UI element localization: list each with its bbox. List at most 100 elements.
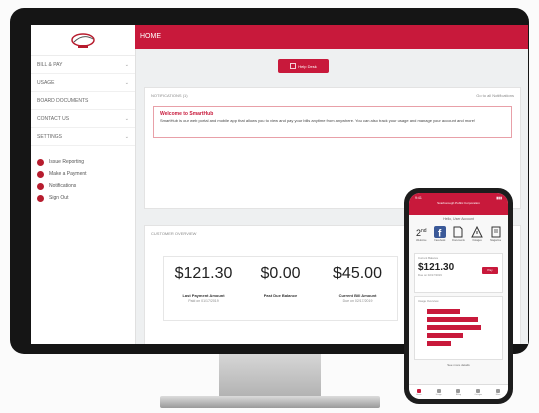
- chevron-down-icon: ⌄: [124, 79, 129, 86]
- stat-current-bill: $45.00 Current Bill Amount Due on 02/17/…: [321, 265, 394, 303]
- notification-card[interactable]: Welcome to SmartHub SmartHub is our web …: [153, 106, 512, 138]
- bell-icon: [37, 182, 44, 190]
- action-label: Sign Out: [49, 195, 69, 201]
- phone-quick-links: 2nd Welcome f Facebook Documents Outages…: [409, 224, 508, 250]
- alert-icon: [37, 158, 44, 166]
- help-desk-button[interactable]: Help Desk: [278, 59, 329, 73]
- phone-balance-card: Current Balance $121.30 Due on 02/17/201…: [414, 253, 503, 293]
- stat-label: Past Due Balance: [263, 293, 298, 298]
- notification-text: SmartHub is our web portal and mobile ap…: [160, 118, 476, 123]
- outage-icon: [476, 388, 481, 393]
- action-label: Notifications: [49, 183, 77, 189]
- balance-label: Current Balance: [418, 256, 439, 260]
- payment-icon: [37, 170, 44, 178]
- sidebar-item-label: BILL & PAY: [37, 61, 63, 68]
- tab-usage[interactable]: Usage: [434, 388, 444, 396]
- stat-amount: $45.00: [333, 265, 382, 282]
- home-icon: [416, 388, 421, 393]
- tab-label: Usage: [435, 393, 442, 396]
- overview-stats: $121.30 Last Payment Amount Paid on 01/1…: [163, 256, 398, 321]
- tab-label: Home: [416, 393, 422, 396]
- sidebar-item-label: BOARD DOCUMENTS: [37, 97, 89, 104]
- sidebar-item-label: CONTACT US: [37, 115, 70, 122]
- action-make-payment[interactable]: Make a Payment: [37, 168, 135, 180]
- usage-bar: [427, 317, 478, 322]
- phone-status-bar: 9:41 ▮▮▮: [409, 193, 508, 201]
- monitor-stand-base: [160, 396, 380, 408]
- action-label: Make a Payment: [49, 171, 87, 177]
- tab-home[interactable]: Home: [414, 388, 424, 396]
- chevron-down-icon: ⌄: [124, 133, 129, 140]
- usage-label: Usage Overview: [418, 299, 439, 303]
- notifications-title: NOTIFICATIONS (1): [151, 92, 188, 98]
- phone-header-title: Scarborough Public Corporation: [437, 201, 480, 205]
- sidebar-item-label: SETTINGS: [37, 133, 63, 140]
- quick-link-label: Welcome: [416, 239, 427, 242]
- quick-link-documents[interactable]: Documents: [451, 226, 466, 242]
- tab-billing[interactable]: Billing: [453, 388, 463, 396]
- see-more-link[interactable]: See more details: [409, 363, 508, 367]
- all-notifications-link[interactable]: Go to all Notifications: [476, 93, 514, 98]
- stat-label: Current Bill Amount: [338, 293, 377, 298]
- usage-chart: [427, 309, 481, 346]
- quick-link-label: Outages: [472, 239, 482, 242]
- quick-link-outages[interactable]: Outages: [470, 226, 485, 242]
- tab-label: More: [495, 393, 501, 396]
- quick-actions: Issue Reporting Make a Payment Notificat…: [31, 156, 135, 204]
- tab-outages[interactable]: Outages: [473, 388, 483, 396]
- quick-link-label: Facebook: [434, 239, 446, 242]
- more-icon: [496, 388, 501, 393]
- phone-tab-bar: Home Usage Billing Outages More: [409, 384, 508, 399]
- chevron-down-icon: ⌄: [124, 61, 129, 68]
- usage-icon: [436, 388, 441, 393]
- tab-label: Billing: [455, 393, 462, 396]
- phone-header: 9:41 ▮▮▮ Scarborough Public Corporation: [409, 193, 508, 215]
- quick-link-magazine[interactable]: Magazine: [488, 226, 503, 242]
- stat-past-due: $0.00 Past Due Balance: [244, 265, 317, 299]
- pay-button[interactable]: Pay: [482, 267, 498, 274]
- quick-link-welcome[interactable]: 2nd Welcome: [414, 226, 429, 242]
- sidebar-item-board-documents[interactable]: BOARD DOCUMENTS: [31, 92, 135, 110]
- stat-last-payment: $121.30 Last Payment Amount Paid on 01/1…: [167, 265, 240, 303]
- action-sign-out[interactable]: Sign Out: [37, 192, 135, 204]
- sidebar: BILL & PAY ⌄ USAGE ⌄ BOARD DOCUMENTS CON…: [31, 25, 136, 344]
- page-title: HOME: [140, 33, 161, 40]
- action-notifications[interactable]: Notifications: [37, 180, 135, 192]
- overview-title: CUSTOMER OVERVIEW: [151, 230, 197, 236]
- sidebar-item-usage[interactable]: USAGE ⌄: [31, 74, 135, 92]
- chevron-down-icon: ⌄: [124, 115, 129, 122]
- sidebar-item-label: USAGE: [37, 79, 55, 86]
- usage-bar: [427, 309, 460, 314]
- phone-time: 9:41: [415, 196, 422, 200]
- magazine-icon: [490, 226, 502, 238]
- quick-link-label: Magazine: [490, 239, 502, 242]
- warning-icon: [471, 226, 483, 238]
- stat-amount: $121.30: [174, 265, 233, 282]
- logo[interactable]: [31, 25, 135, 56]
- phone-usage-card: Usage Overview: [414, 296, 503, 360]
- power-icon: [37, 194, 44, 202]
- stat-label: Last Payment Amount: [182, 293, 225, 298]
- usage-bar: [427, 333, 463, 338]
- sidebar-item-bill-pay[interactable]: BILL & PAY ⌄: [31, 56, 135, 74]
- tab-label: Outages: [474, 393, 483, 396]
- phone-screen: 9:41 ▮▮▮ Scarborough Public Corporation …: [409, 193, 508, 399]
- quick-link-facebook[interactable]: f Facebook: [432, 226, 447, 242]
- usage-bar: [427, 325, 481, 330]
- phone-subheader: Hello, User Account: [443, 217, 474, 221]
- tab-more[interactable]: More: [493, 388, 503, 396]
- svg-text:nd: nd: [421, 228, 427, 234]
- action-issue-reporting[interactable]: Issue Reporting: [37, 156, 135, 168]
- stat-sub: Paid on 01/17/2019: [188, 299, 219, 303]
- usage-bar: [427, 341, 451, 346]
- help-icon: [290, 63, 297, 69]
- logo-mark-icon: [71, 33, 95, 48]
- monitor-stand-neck: [219, 354, 321, 396]
- sidebar-item-settings[interactable]: SETTINGS ⌄: [31, 128, 135, 146]
- sidebar-nav: BILL & PAY ⌄ USAGE ⌄ BOARD DOCUMENTS CON…: [31, 56, 135, 146]
- sidebar-item-contact-us[interactable]: CONTACT US ⌄: [31, 110, 135, 128]
- welcome-icon: 2nd: [415, 226, 427, 238]
- signal-icon: ▮▮▮: [496, 196, 502, 200]
- document-icon: [452, 226, 464, 238]
- facebook-icon: f: [433, 226, 446, 238]
